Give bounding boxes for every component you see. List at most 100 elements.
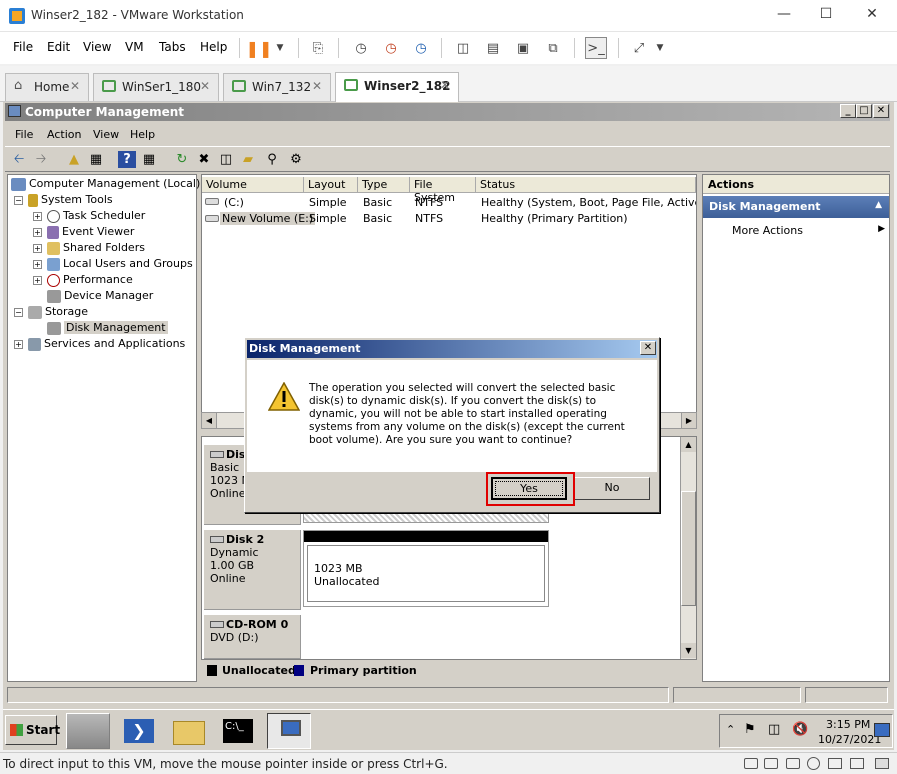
tree-item-local-users[interactable]: + Local Users and Groups <box>33 256 193 272</box>
tree-item-event-viewer[interactable]: + Event Viewer <box>33 224 134 240</box>
column-header-volume[interactable]: Volume <box>202 177 304 193</box>
tree-item-services-apps[interactable]: + Services and Applications <box>14 336 185 352</box>
up-folder-icon[interactable]: ▲ <box>65 151 83 168</box>
no-button[interactable]: No <box>574 477 650 500</box>
show-hide-tree-icon[interactable]: ▦ <box>87 151 105 168</box>
cdrom-label[interactable]: CD-ROM 0 DVD (D:) <box>204 615 301 659</box>
tab-winser1-180[interactable]: WinSer1_180 ✕ <box>93 73 219 101</box>
tree-item-device-manager[interactable]: Device Manager <box>47 288 153 304</box>
device-hdd-icon[interactable] <box>764 758 778 769</box>
disk-2-partition[interactable]: 1023 MB Unallocated <box>303 530 549 607</box>
scroll-down-icon[interactable]: ▼ <box>681 643 696 658</box>
forward-icon[interactable]: 🡢 <box>32 151 50 168</box>
actions-section-disk-management[interactable]: Disk Management ▲ <box>703 196 889 218</box>
revert-snapshot-icon[interactable]: ◷ <box>380 37 402 59</box>
menu-view[interactable]: View <box>83 40 111 54</box>
dropdown-arrow-icon[interactable]: ▼ <box>269 37 291 59</box>
help-icon[interactable]: ? <box>118 151 136 168</box>
tree-item-performance[interactable]: + Performance <box>33 272 133 288</box>
menu-tabs[interactable]: Tabs <box>159 40 186 54</box>
device-disc-icon[interactable] <box>807 757 820 770</box>
expand-icon[interactable]: + <box>33 211 42 221</box>
menu-file[interactable]: File <box>15 128 33 141</box>
dialog-close-button[interactable]: ✕ <box>640 341 656 355</box>
snapshot-icon[interactable]: ◷ <box>350 37 372 59</box>
open-folder-icon[interactable]: ▰ <box>239 151 257 168</box>
computer-management-taskbar-icon[interactable] <box>267 713 311 749</box>
menu-file[interactable]: File <box>13 40 33 54</box>
menu-help[interactable]: Help <box>200 40 227 54</box>
message-log-icon[interactable] <box>875 758 889 769</box>
sidebar-toggle-icon[interactable]: ◫ <box>452 37 474 59</box>
close-icon[interactable]: ✕ <box>312 79 322 93</box>
expand-icon[interactable]: + <box>33 227 42 237</box>
device-cdrom-icon[interactable] <box>786 758 800 769</box>
clock-time[interactable]: 3:15 PM <box>826 718 870 731</box>
network-icon[interactable]: ◫ <box>768 722 780 737</box>
tab-win7-132[interactable]: Win7_132 ✕ <box>223 73 331 101</box>
close-icon[interactable]: ✕ <box>70 79 80 93</box>
tab-winser2-182[interactable]: Winser2_182 ✕ <box>335 72 459 102</box>
scroll-up-icon[interactable]: ▲ <box>681 437 696 452</box>
tree-item-storage[interactable]: − Storage <box>14 304 88 320</box>
expand-icon[interactable]: + <box>33 275 42 285</box>
device-printer-icon[interactable] <box>850 758 864 769</box>
search-icon[interactable]: ⚲ <box>263 151 281 168</box>
column-header-layout[interactable]: Layout <box>304 177 358 193</box>
collapse-icon[interactable]: − <box>14 307 23 317</box>
unity-icon[interactable]: ⧉ <box>542 37 564 59</box>
expand-icon[interactable]: + <box>33 243 42 253</box>
device-network-icon[interactable] <box>828 758 842 769</box>
close-button[interactable]: ✕ <box>852 6 892 22</box>
delete-icon[interactable]: ✖ <box>195 151 213 168</box>
tree-item-computer-management[interactable]: Computer Management (Local) <box>11 176 200 192</box>
scroll-left-icon[interactable]: ◀ <box>202 413 217 428</box>
dropdown-arrow-icon[interactable]: ▼ <box>649 37 671 59</box>
export-icon[interactable]: ◫ <box>217 151 235 168</box>
disk-2-label[interactable]: Disk 2 Dynamic 1.00 GB Online <box>204 530 301 610</box>
expand-icon[interactable]: + <box>33 259 42 269</box>
tree-item-system-tools[interactable]: − System Tools <box>14 192 113 208</box>
disk-settings-icon[interactable]: ⚙ <box>287 151 305 168</box>
fullscreen-icon[interactable]: ▣ <box>512 37 534 59</box>
tree-item-disk-management[interactable]: Disk Management <box>47 320 168 336</box>
properties-icon[interactable]: ▦ <box>140 151 158 168</box>
menu-action[interactable]: Action <box>47 128 81 141</box>
volume-muted-icon[interactable]: 🔇 <box>792 722 808 737</box>
clock-date[interactable]: 10/27/2021 <box>818 733 881 746</box>
restore-button[interactable]: □ <box>856 104 872 118</box>
start-button[interactable]: Start <box>5 715 60 745</box>
stretch-icon[interactable]: ⤢ <box>628 37 650 59</box>
console-icon[interactable]: >_ <box>585 37 607 59</box>
thumbnail-bar-icon[interactable]: ▤ <box>482 37 504 59</box>
column-header-filesystem[interactable]: File System <box>410 177 476 204</box>
show-hidden-icons-icon[interactable]: ⌃ <box>726 723 735 736</box>
menu-help[interactable]: Help <box>130 128 155 141</box>
scroll-thumb[interactable] <box>681 491 696 606</box>
maximize-button[interactable]: ☐ <box>806 6 846 22</box>
close-icon[interactable]: ✕ <box>200 79 210 93</box>
action-more-actions[interactable]: More Actions ▶ <box>732 224 887 237</box>
menu-view[interactable]: View <box>93 128 119 141</box>
column-header-status[interactable]: Status <box>476 177 696 193</box>
refresh-icon[interactable]: ↻ <box>173 151 191 168</box>
collapse-arrow-icon[interactable]: ▲ <box>875 200 882 210</box>
snapshot-manager-icon[interactable]: ◷ <box>410 37 432 59</box>
explorer-folder-icon[interactable] <box>173 721 205 745</box>
minimize-button[interactable]: — <box>764 6 804 22</box>
collapse-icon[interactable]: − <box>14 195 23 205</box>
command-prompt-icon[interactable]: C:\_ <box>223 719 253 743</box>
minimize-button[interactable]: _ <box>840 104 856 118</box>
device-hdd-icon[interactable] <box>744 758 758 769</box>
column-header-type[interactable]: Type <box>358 177 410 193</box>
scroll-right-icon[interactable]: ▶ <box>681 413 696 428</box>
menu-vm[interactable]: VM <box>125 40 144 54</box>
back-icon[interactable]: 🡠 <box>10 151 28 168</box>
vertical-scrollbar[interactable]: ▲ ▼ <box>680 437 696 659</box>
tree-item-shared-folders[interactable]: + Shared Folders <box>33 240 145 256</box>
tree-item-task-scheduler[interactable]: + Task Scheduler <box>33 208 145 224</box>
tab-home[interactable]: ⌂ Home ✕ <box>5 73 89 101</box>
flag-icon[interactable]: ⚑ <box>744 722 756 737</box>
powershell-icon[interactable]: ❯ <box>124 719 154 743</box>
action-center-icon[interactable] <box>874 723 890 737</box>
